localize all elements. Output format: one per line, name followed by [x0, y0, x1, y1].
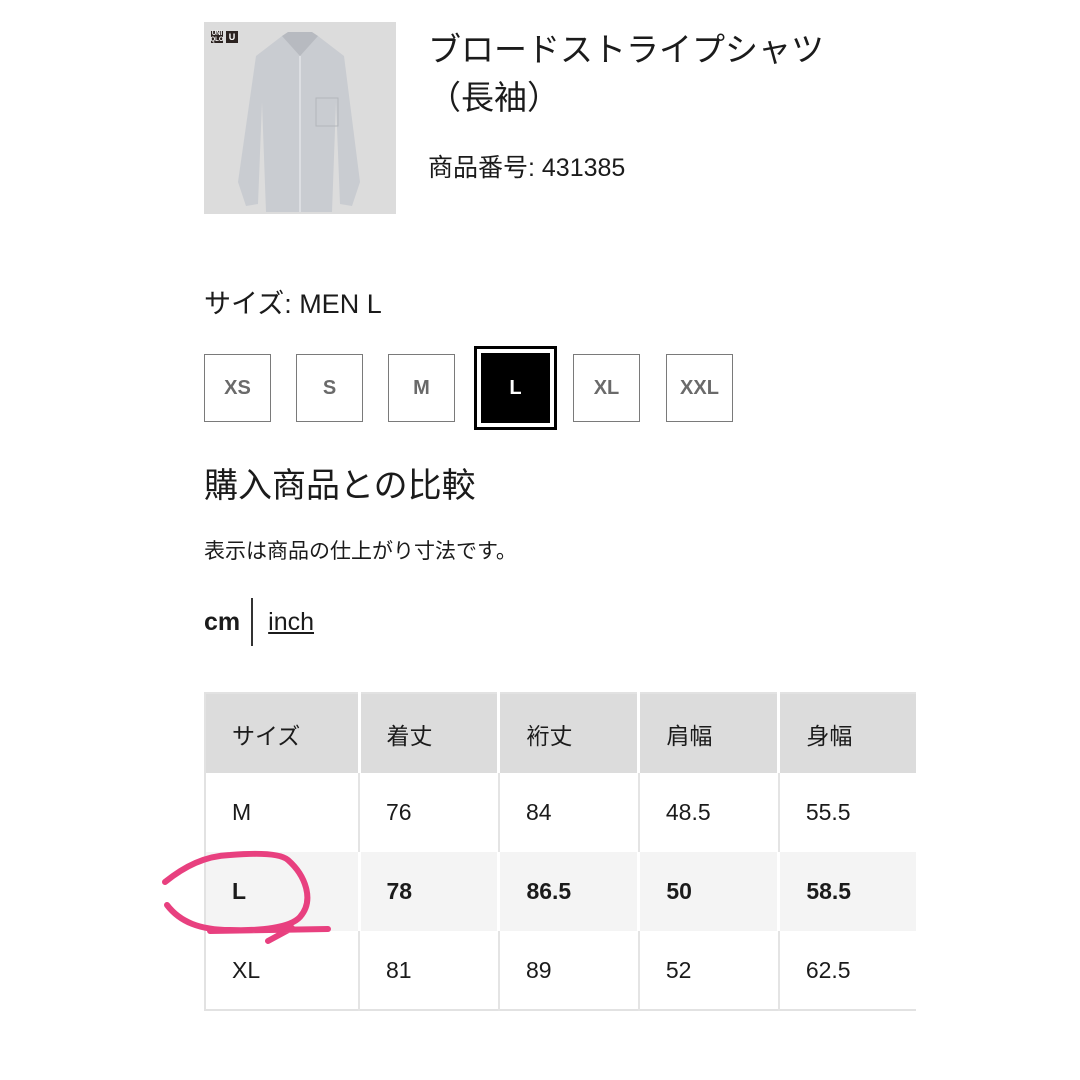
- pink-circle-annotation: [162, 850, 331, 944]
